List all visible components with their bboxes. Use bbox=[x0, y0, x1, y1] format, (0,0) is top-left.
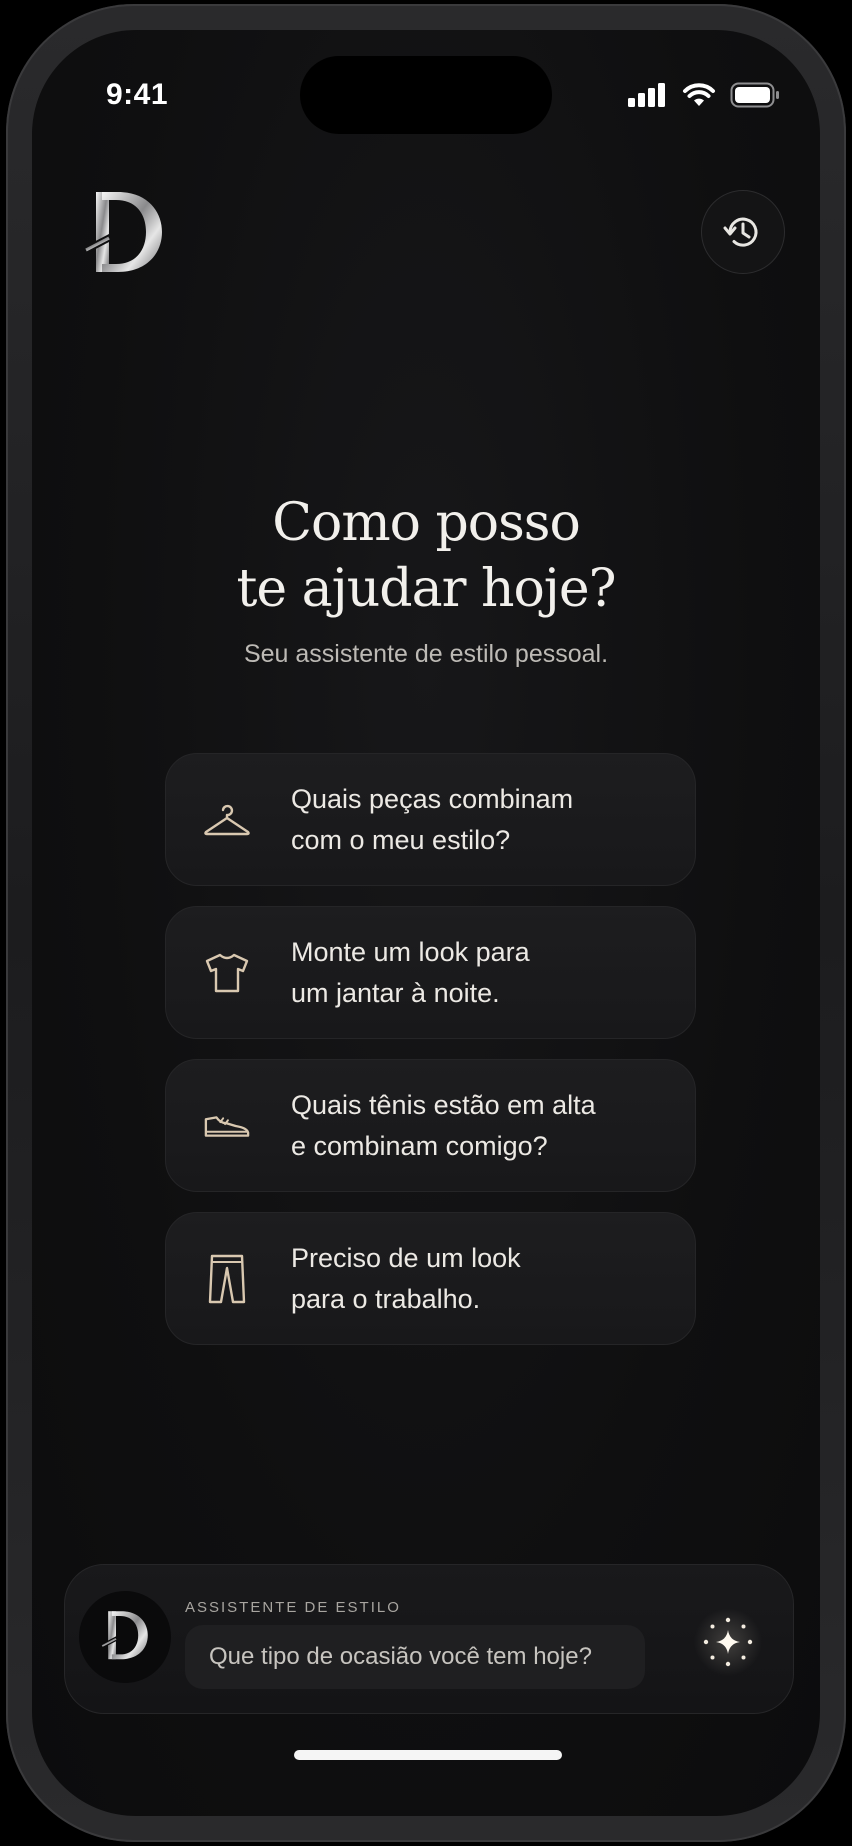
sparkle-icon bbox=[703, 1617, 753, 1667]
send-button[interactable] bbox=[691, 1605, 765, 1679]
suggestion-text: Preciso de um look para o trabalho. bbox=[291, 1242, 521, 1314]
d-monogram-icon bbox=[85, 192, 162, 272]
suggestion-card-sneakers[interactable]: Quais tênis estão em alta e combinam com… bbox=[165, 1059, 696, 1192]
title-line-1: Como posso bbox=[272, 493, 581, 553]
home-indicator[interactable] bbox=[294, 1750, 562, 1760]
composer-label: ASSISTENTE DE ESTILO bbox=[185, 1599, 401, 1616]
history-icon bbox=[723, 217, 758, 247]
suggestion-text: Monte um look para um jantar à noite. bbox=[291, 936, 530, 1008]
assistant-composer: ASSISTENTE DE ESTILO bbox=[64, 1564, 794, 1714]
wifi-icon bbox=[683, 83, 715, 106]
suggestion-text: Quais tênis estão em alta e combinam com… bbox=[291, 1089, 596, 1161]
suggestion-list: Quais peças combinam com o meu estilo? M… bbox=[165, 753, 696, 1365]
suggestion-card-style-match[interactable]: Quais peças combinam com o meu estilo? bbox=[165, 753, 696, 886]
dynamic-island bbox=[300, 56, 552, 134]
brand-logo bbox=[84, 190, 164, 280]
pants-icon bbox=[203, 1254, 251, 1303]
suggestion-text: Quais peças combinam com o meu estilo? bbox=[291, 783, 574, 855]
battery-icon bbox=[730, 82, 779, 108]
page-subtitle: Seu assistente de estilo pessoal. bbox=[243, 640, 609, 668]
message-input[interactable] bbox=[185, 1625, 645, 1689]
sneaker-icon bbox=[203, 1102, 251, 1150]
status-icons bbox=[628, 82, 780, 108]
phone-bezel: 9:41 Como posso te ajudar hoje? Seu assi… bbox=[6, 4, 846, 1842]
history-button[interactable] bbox=[701, 190, 785, 274]
title-line-2: te ajudar hoje? bbox=[236, 559, 616, 619]
page-title: Como posso te ajudar hoje? bbox=[32, 490, 820, 622]
suggestion-card-work-look[interactable]: Preciso de um look para o trabalho. bbox=[165, 1212, 696, 1345]
status-time: 9:41 bbox=[106, 78, 169, 111]
assistant-avatar bbox=[79, 1591, 171, 1683]
cellular-signal-icon bbox=[628, 83, 665, 107]
d-monogram-icon bbox=[101, 1611, 148, 1660]
app-screen: 9:41 Como posso te ajudar hoje? Seu assi… bbox=[32, 30, 820, 1816]
suggestion-card-dinner-look[interactable]: Monte um look para um jantar à noite. bbox=[165, 906, 696, 1039]
device-frame: 9:41 Como posso te ajudar hoje? Seu assi… bbox=[0, 0, 852, 1846]
hanger-icon bbox=[203, 796, 251, 844]
tshirt-icon bbox=[203, 949, 251, 997]
